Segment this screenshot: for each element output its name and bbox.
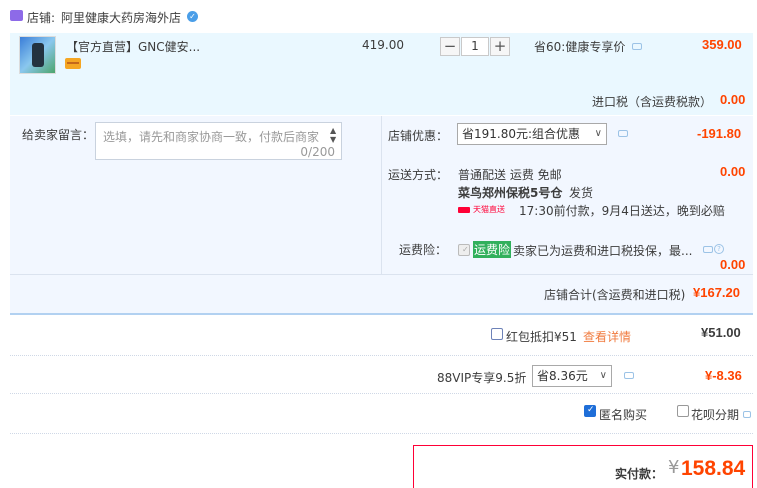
shop-total-label: 店铺合计(含运费和进口税) (544, 288, 686, 302)
qty-minus-button[interactable]: − (440, 37, 460, 56)
tmall-direct-badge: 天猫直送 (458, 204, 512, 216)
divider (10, 274, 753, 275)
shop-discount-select[interactable]: 省191.80元:组合优惠 ∨ (457, 123, 607, 145)
vip-discount-select[interactable]: 省8.36元 ∨ (532, 365, 612, 387)
item-promo: 省60:健康专享价 (534, 40, 626, 54)
shipping-label: 运送方式： (388, 168, 449, 182)
divider (10, 433, 753, 434)
vip-value: ¥-8.36 (705, 368, 742, 383)
chevron-down-icon: ∨ (594, 128, 602, 139)
red-packet-label: 红包抵扣¥51 (506, 330, 577, 344)
insurance-checkbox: ✓ (458, 244, 470, 256)
tax-value: 0.00 (720, 92, 746, 107)
item-title[interactable]: 【官方直营】GNC健安... (66, 38, 200, 55)
shop-discount-value: -191.80 (697, 126, 742, 141)
message-label: 给卖家留言： (22, 128, 95, 142)
insurance-desc: 卖家已为运费和进口税投保，最... (513, 244, 693, 258)
shipping-eta: 17:30前付款，9月4日送达，晚到必赔 (519, 204, 725, 218)
chat-bubble-icon[interactable] (618, 130, 628, 137)
tax-label: 进口税（含运费税款） (592, 95, 713, 109)
shop-prefix: 店铺: (27, 11, 56, 25)
product-thumbnail[interactable] (19, 36, 56, 74)
anonymous-checkbox[interactable]: ✓ (584, 405, 596, 417)
chat-bubble-icon[interactable] (632, 43, 642, 50)
red-packet-value: ¥51.00 (701, 325, 741, 340)
item-subtotal: 359.00 (702, 37, 742, 52)
pay-currency: ¥ (668, 457, 680, 478)
anonymous-label: 匿名购买 (599, 408, 648, 422)
message-placeholder: 选填，请先和商家协商一致，付款后商家 (103, 130, 320, 144)
shop-icon (10, 10, 23, 21)
divider (381, 116, 382, 274)
tmall-badge-text: 天猫直送 (473, 205, 505, 214)
help-icon[interactable]: ? (714, 244, 724, 254)
insurance-tag: 运费险 (473, 241, 512, 258)
vip-discount-selected: 省8.36元 (537, 369, 588, 383)
tmall-icon (458, 207, 470, 213)
scroll-arrows-icon[interactable]: ▲ ▼ (330, 126, 336, 144)
chat-service-icon[interactable]: ✓ (187, 11, 198, 22)
divider (10, 355, 753, 356)
insurance-label: 运费险： (399, 243, 448, 257)
shipping-method: 普通配送 运费 免邮 (458, 168, 562, 182)
insurance-value: 0.00 (720, 257, 746, 272)
pay-label: 实付款： (615, 467, 664, 481)
divider (10, 313, 753, 315)
message-textarea[interactable]: 选填，请先和商家协商一致，付款后商家 0/200 ▲ ▼ (95, 122, 342, 160)
shop-discount-label: 店铺优惠： (388, 129, 449, 143)
qty-plus-button[interactable]: + (490, 37, 510, 56)
shop-name[interactable]: 阿里健康大药房海外店 (61, 9, 181, 26)
huabei-checkbox[interactable] (677, 405, 689, 417)
item-unit-price: 419.00 (362, 38, 404, 52)
shop-total-value: ¥167.20 (693, 285, 740, 300)
divider (10, 393, 753, 394)
shipping-suffix: 发货 (569, 186, 594, 200)
pay-summary-box: 实付款： ¥ 158.84 (413, 445, 753, 488)
pay-total: 158.84 (681, 457, 746, 480)
shipping-warehouse: 菜鸟郑州保税5号仓 (458, 186, 563, 200)
huabei-label: 花呗分期 (691, 408, 740, 422)
vip-label: 88VIP专享9.5折 (437, 371, 527, 385)
shipping-value: 0.00 (720, 164, 746, 179)
chat-bubble-icon[interactable] (703, 246, 713, 253)
red-packet-details-link[interactable]: 查看详情 (583, 328, 631, 345)
chat-bubble-icon[interactable] (743, 411, 751, 418)
chevron-down-icon: ∨ (599, 370, 607, 381)
credit-card-icon (65, 58, 81, 69)
chat-bubble-icon[interactable] (624, 372, 634, 379)
qty-input[interactable]: 1 (461, 37, 489, 56)
red-packet-checkbox[interactable] (491, 328, 503, 340)
shop-discount-selected: 省191.80元:组合优惠 (462, 127, 581, 141)
message-counter: 0/200 (300, 145, 335, 159)
